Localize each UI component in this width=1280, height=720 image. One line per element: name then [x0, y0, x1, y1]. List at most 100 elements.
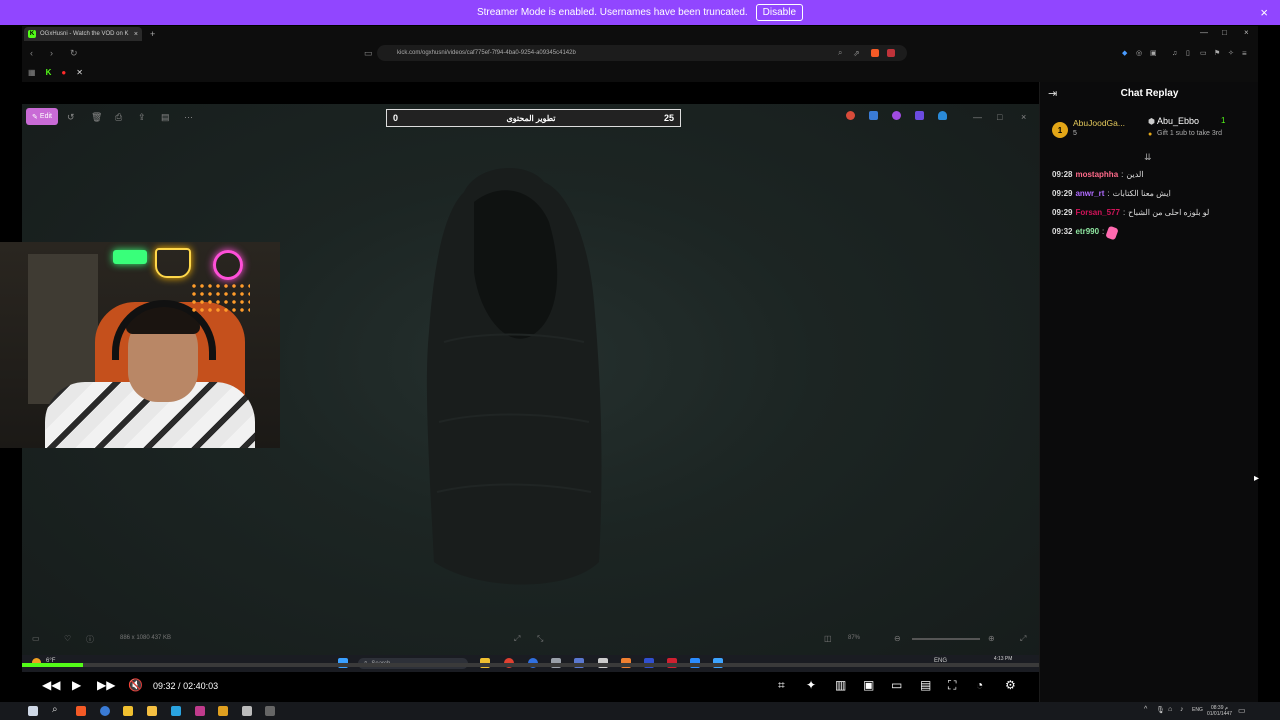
rotate-icon[interactable]: ↺ [67, 112, 75, 123]
neon-logo [213, 250, 243, 280]
edit-button[interactable]: ✎ Edit [26, 108, 58, 125]
rewind-icon[interactable]: ◀◀ [42, 678, 60, 692]
system-clock[interactable]: 08:39 م 01/01/1447 [1207, 705, 1232, 717]
file-explorer-icon[interactable] [123, 706, 133, 716]
app-icon[interactable] [869, 111, 878, 120]
message-username[interactable]: etr990 [1075, 227, 1099, 239]
edge-icon[interactable] [100, 706, 110, 716]
tray-chevron-icon[interactable]: ^ [1144, 706, 1147, 713]
browser-tab[interactable]: K OGxHusni - Watch the VOD on K × [24, 27, 142, 41]
seek-bar[interactable] [22, 663, 1039, 667]
notes-icon[interactable] [147, 706, 157, 716]
tab-close-icon[interactable]: × [134, 31, 138, 38]
pip-icon[interactable]: ▣ [863, 678, 874, 692]
telegram-icon[interactable] [171, 706, 181, 716]
back-arrow-icon[interactable]: ‹ [30, 48, 42, 58]
message-username[interactable]: mostaphha [1075, 170, 1118, 179]
close-icon[interactable]: × [1021, 112, 1026, 122]
info-icon[interactable]: ⓘ [86, 634, 94, 645]
app-icon[interactable] [915, 111, 924, 120]
wallet-icon[interactable]: ▭ [1200, 49, 1207, 57]
sidebar-icon[interactable]: ▯ [1186, 49, 1190, 57]
bookmark-icon[interactable]: ▭ [364, 48, 376, 59]
screenshot-icon[interactable]: ◫ [824, 634, 832, 643]
kick-bookmark-icon[interactable]: K [46, 68, 52, 77]
brave-shield-icon[interactable] [871, 49, 879, 57]
leader-name[interactable]: Abu_Ebbo [1157, 116, 1199, 126]
message-username[interactable]: anwr_rt [1075, 189, 1104, 198]
extension-icon[interactable]: ◎ [1136, 49, 1142, 57]
app-icon[interactable] [892, 111, 901, 120]
mic-icon[interactable]: 🎙 [1156, 706, 1165, 714]
message-username[interactable]: Forsan_577 [1075, 208, 1119, 217]
url-field[interactable]: kick.com/ogxhusni/videos/caf775ef-7f94-4… [377, 45, 907, 61]
zoom-icon[interactable]: ⌕ [838, 48, 842, 58]
print-icon[interactable]: ⎙ [115, 112, 122, 123]
top-gifter-name[interactable]: AbuJoodGa... [1073, 118, 1125, 128]
fit-icon[interactable]: ⤢ [514, 634, 520, 644]
delete-icon[interactable]: 🗑 [91, 112, 102, 123]
favorite-icon[interactable]: ♡ [64, 634, 71, 643]
monitor-icon[interactable]: ▭ [32, 634, 40, 643]
obs-icon[interactable] [265, 706, 275, 716]
brave-icon[interactable] [76, 706, 86, 716]
zoom-level[interactable]: 87% [848, 635, 860, 641]
notifications-icon[interactable]: ▭ [1238, 706, 1246, 715]
mute-icon[interactable]: 🔇 [128, 678, 143, 692]
apps-grid-icon[interactable]: ▦ [28, 68, 36, 77]
fast-forward-icon[interactable]: ▶▶ [97, 678, 115, 692]
share-icon[interactable]: ⇗ [853, 49, 860, 58]
app-icon[interactable] [195, 706, 205, 716]
x-bookmark-icon[interactable]: ✕ [76, 68, 83, 77]
window-close-icon[interactable]: × [1244, 28, 1249, 37]
network-icon[interactable]: ⌂ [1168, 706, 1172, 713]
bookmarks-bar: ▦ K ● ✕ [22, 64, 83, 80]
zoom-in-icon[interactable]: ⊕ [988, 634, 995, 643]
chapters-icon[interactable]: ▥ [835, 678, 846, 692]
extension-icon[interactable]: ◆ [1122, 49, 1127, 57]
expand-icon[interactable]: ⤡ [537, 634, 543, 644]
cloud-icon[interactable] [938, 111, 947, 120]
wide-mode-icon[interactable]: ▤ [920, 678, 931, 692]
more-icon[interactable]: ⋯ [184, 112, 193, 123]
maximize-icon[interactable]: □ [997, 112, 1002, 122]
forward-arrow-icon[interactable]: › [50, 48, 62, 58]
fullscreen-icon[interactable]: ⛶ [948, 678, 956, 693]
edit-label: Edit [39, 113, 52, 120]
windows-start-icon[interactable] [28, 706, 38, 716]
banner-close-icon[interactable]: × [1260, 5, 1268, 20]
message-colon: : [1122, 208, 1126, 217]
extension-icon[interactable]: ▣ [1150, 49, 1157, 57]
gift-icon: ⬢ [1148, 117, 1155, 126]
extension-icon[interactable]: ♫ [1172, 50, 1177, 57]
clip-icon[interactable]: ⌗ [778, 678, 785, 693]
fullscreen-icon[interactable]: ⤢ [1020, 634, 1026, 644]
youtube-bookmark-icon[interactable]: ● [61, 68, 66, 77]
minimize-icon[interactable]: — [973, 112, 982, 122]
leo-icon[interactable]: ✧ [1228, 49, 1234, 57]
info-icon[interactable]: ▤ [161, 112, 170, 123]
menu-icon[interactable]: ≡ [1242, 49, 1247, 58]
app-icon[interactable] [846, 111, 855, 120]
search-icon[interactable]: ⌕ [52, 704, 58, 715]
volume-icon[interactable]: ♪ [1180, 706, 1184, 713]
maximize-icon[interactable]: □ [1222, 28, 1227, 37]
reload-icon[interactable]: ↻ [70, 48, 82, 59]
app-icon[interactable] [218, 706, 228, 716]
language-indicator[interactable]: ENG [1192, 707, 1203, 713]
sparkle-icon[interactable]: ✦ [806, 678, 816, 692]
gear-icon[interactable]: ⚙ [1005, 678, 1016, 692]
minimize-icon[interactable]: — [1200, 28, 1208, 37]
new-tab-icon[interactable]: + [150, 29, 155, 39]
speed-icon[interactable]: ◔ [976, 678, 983, 692]
zoom-slider[interactable] [912, 638, 980, 640]
play-icon[interactable]: ▶ [72, 678, 81, 692]
share-icon[interactable]: ⇪ [138, 112, 146, 123]
scroll-to-bottom-icon[interactable]: ⇊ [1144, 152, 1152, 163]
disable-streamer-mode-button[interactable]: Disable [755, 4, 804, 21]
vpn-icon[interactable]: ⚑ [1214, 49, 1220, 57]
brave-rewards-icon[interactable] [887, 49, 895, 57]
zoom-out-icon[interactable]: ⊖ [894, 634, 901, 643]
theater-icon[interactable]: ▭ [891, 678, 902, 692]
app-icon[interactable] [242, 706, 252, 716]
